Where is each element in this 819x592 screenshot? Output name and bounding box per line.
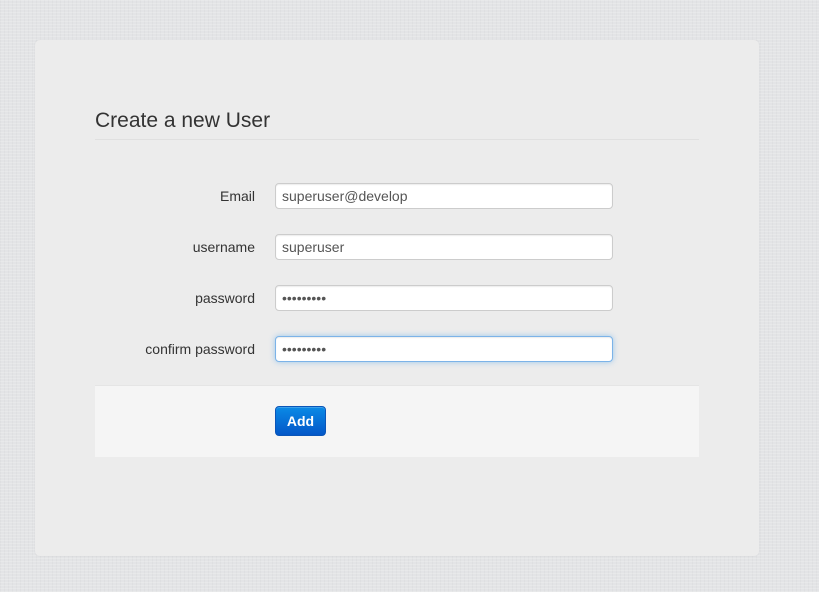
- confirm-password-label: confirm password: [145, 341, 255, 357]
- email-label: Email: [219, 188, 255, 204]
- password-field[interactable]: [275, 285, 613, 311]
- username-label: username: [192, 239, 255, 255]
- username-field[interactable]: [275, 234, 613, 260]
- email-field[interactable]: [275, 183, 613, 209]
- email-row: Email: [95, 182, 635, 212]
- form-title: Create a new User: [95, 107, 699, 140]
- add-button[interactable]: Add: [275, 406, 326, 436]
- form-actions: Add: [95, 385, 699, 457]
- password-label: password: [195, 290, 255, 306]
- confirm-password-row: confirm password: [95, 335, 635, 365]
- username-row: username: [95, 233, 635, 263]
- confirm-password-field[interactable]: [275, 336, 613, 362]
- create-user-panel: Create a new User Email username passwor…: [35, 40, 759, 556]
- password-row: password: [95, 284, 635, 314]
